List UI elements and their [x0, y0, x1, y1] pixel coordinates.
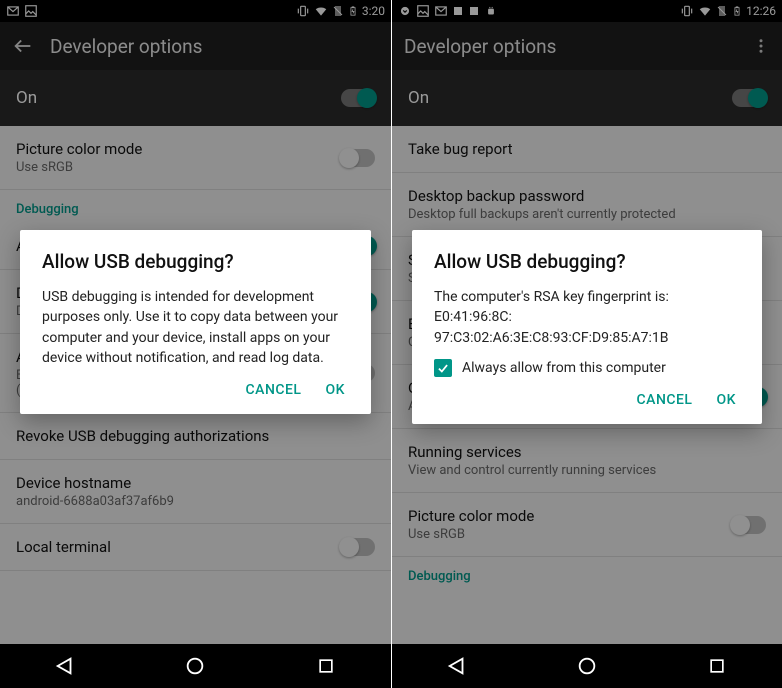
- dialog-body: The computer's RSA key fingerprint is: E…: [434, 287, 740, 378]
- nav-back-button[interactable]: [427, 644, 487, 688]
- dialog-usb-debugging-rsa: Allow USB debugging? The computer's RSA …: [412, 230, 762, 424]
- always-allow-row[interactable]: Always allow from this computer: [434, 358, 740, 378]
- phone-right: 12:26 Developer options On Take bug repo…: [391, 0, 782, 688]
- nav-back-button[interactable]: [35, 644, 95, 688]
- phone-left: 3:20 Developer options On Picture color …: [0, 0, 391, 688]
- nav-recent-button[interactable]: [687, 644, 747, 688]
- rsa-fingerprint-line: 97:C3:02:A6:3E:C8:93:CF:D9:85:A7:1B: [434, 328, 740, 348]
- ok-button[interactable]: OK: [717, 392, 737, 408]
- cancel-button[interactable]: CANCEL: [246, 382, 302, 398]
- rsa-label: The computer's RSA key fingerprint is:: [434, 287, 740, 307]
- ok-button[interactable]: OK: [326, 382, 346, 398]
- checkbox-label: Always allow from this computer: [462, 358, 666, 378]
- dialog-usb-debugging: Allow USB debugging? USB debugging is in…: [20, 230, 371, 414]
- cancel-button[interactable]: CANCEL: [637, 392, 693, 408]
- nav-bar: [392, 644, 782, 688]
- nav-bar: [0, 644, 391, 688]
- nav-recent-button[interactable]: [296, 644, 356, 688]
- dialog-body: USB debugging is intended for developmen…: [42, 287, 349, 368]
- nav-home-button[interactable]: [165, 644, 225, 688]
- dialog-title: Allow USB debugging?: [42, 250, 349, 273]
- checkbox-always-allow[interactable]: [434, 359, 452, 377]
- rsa-fingerprint-line: E0:41:96:8C:: [434, 307, 740, 327]
- nav-home-button[interactable]: [557, 644, 617, 688]
- dialog-title: Allow USB debugging?: [434, 250, 740, 273]
